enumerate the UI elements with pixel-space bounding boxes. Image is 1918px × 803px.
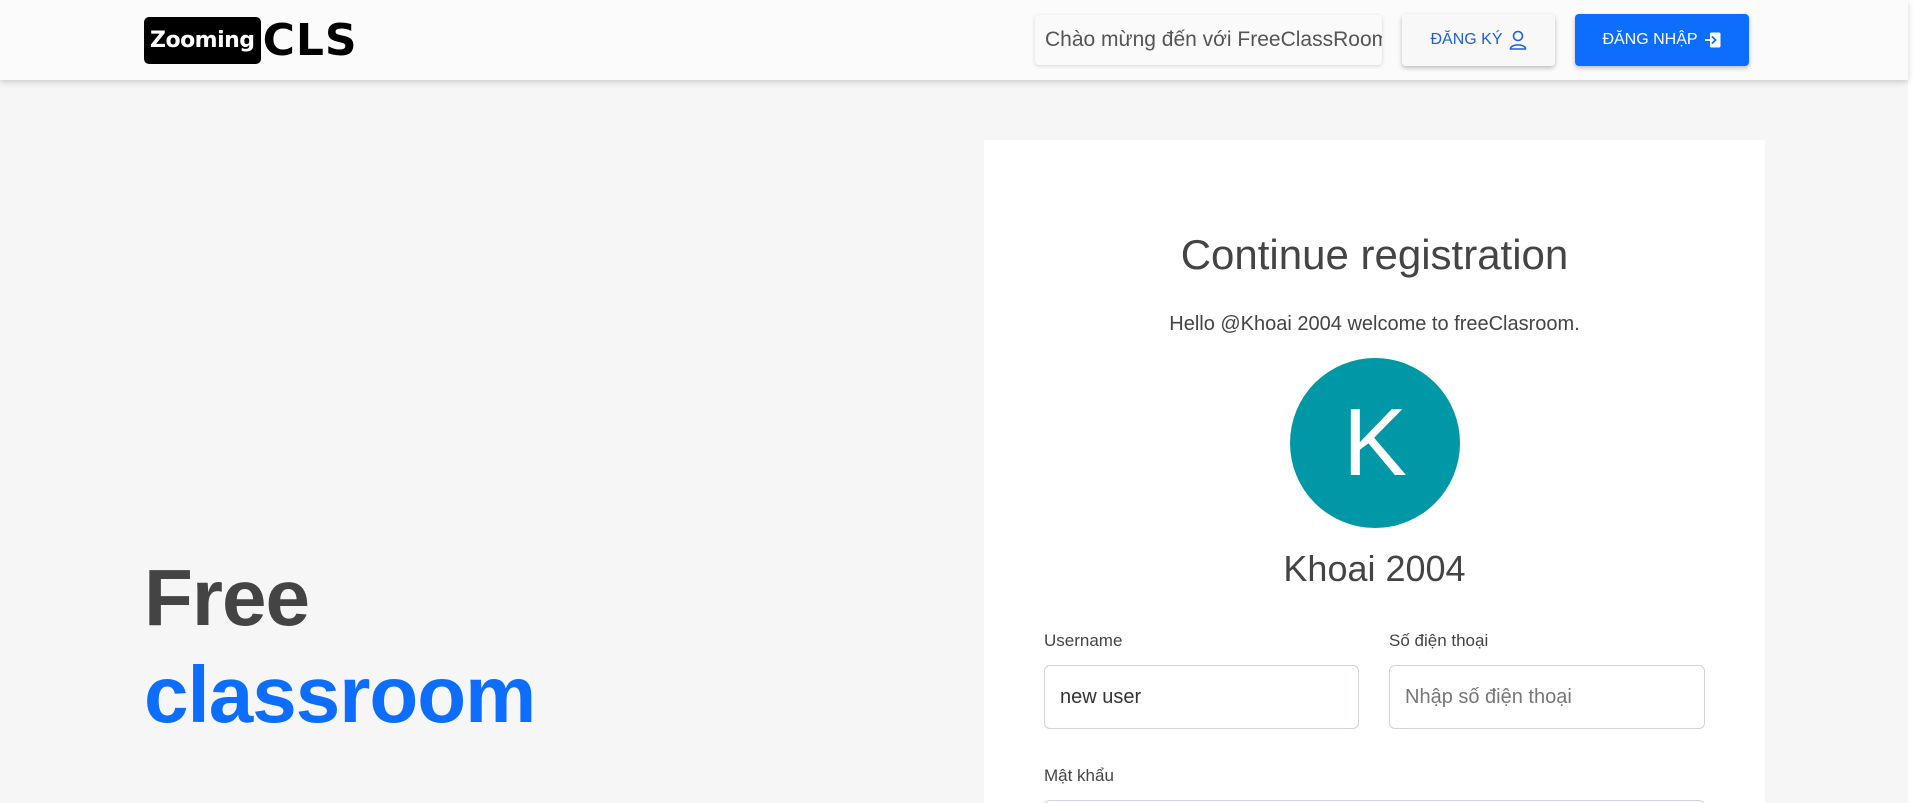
user-icon <box>1509 30 1526 50</box>
logo[interactable]: Zooming CLS <box>144 17 358 64</box>
card-title: Continue registration <box>1180 231 1569 278</box>
register-button[interactable]: ĐĂNG KÝ <box>1402 14 1555 66</box>
password-label: Mật khẩu <box>1044 766 1114 785</box>
logo-text: CLS <box>262 14 358 66</box>
username-label: Username <box>1044 631 1123 650</box>
phone-placeholder: Nhập số điện thoại <box>1405 685 1572 708</box>
login-label: ĐĂNG NHẬP <box>1602 31 1698 48</box>
scrollbar[interactable] <box>1908 0 1918 803</box>
phone-input[interactable]: Nhập số điện thoại <box>1389 665 1705 729</box>
username-input[interactable]: new user <box>1044 665 1359 729</box>
hero-title-line1: Free <box>144 553 310 642</box>
user-display-name: Khoai 2004 <box>1283 548 1466 589</box>
username-value: new user <box>1060 685 1142 708</box>
top-navbar: Zooming CLS Chào mừng đến với FreeClassR… <box>0 0 1908 80</box>
greeting-text: Hello @Khoai 2004 welcome to freeClasroo… <box>1169 313 1580 335</box>
register-label: ĐĂNG KÝ <box>1430 31 1503 48</box>
hero-title-line2: classroom <box>144 650 536 739</box>
registration-card: Continue registration Hello @Khoai 2004 … <box>984 140 1765 803</box>
login-button[interactable]: ĐĂNG NHẬP <box>1575 14 1749 66</box>
avatar: K <box>1290 358 1460 528</box>
logo-box: Zooming <box>144 17 261 64</box>
welcome-text: Chào mừng đến với FreeClassRoom <box>1035 15 1382 65</box>
phone-label: Số điện thoại <box>1389 631 1489 650</box>
sign-in-icon <box>1704 32 1721 48</box>
page: Zooming CLS Chào mừng đến với FreeClassR… <box>0 0 1918 803</box>
